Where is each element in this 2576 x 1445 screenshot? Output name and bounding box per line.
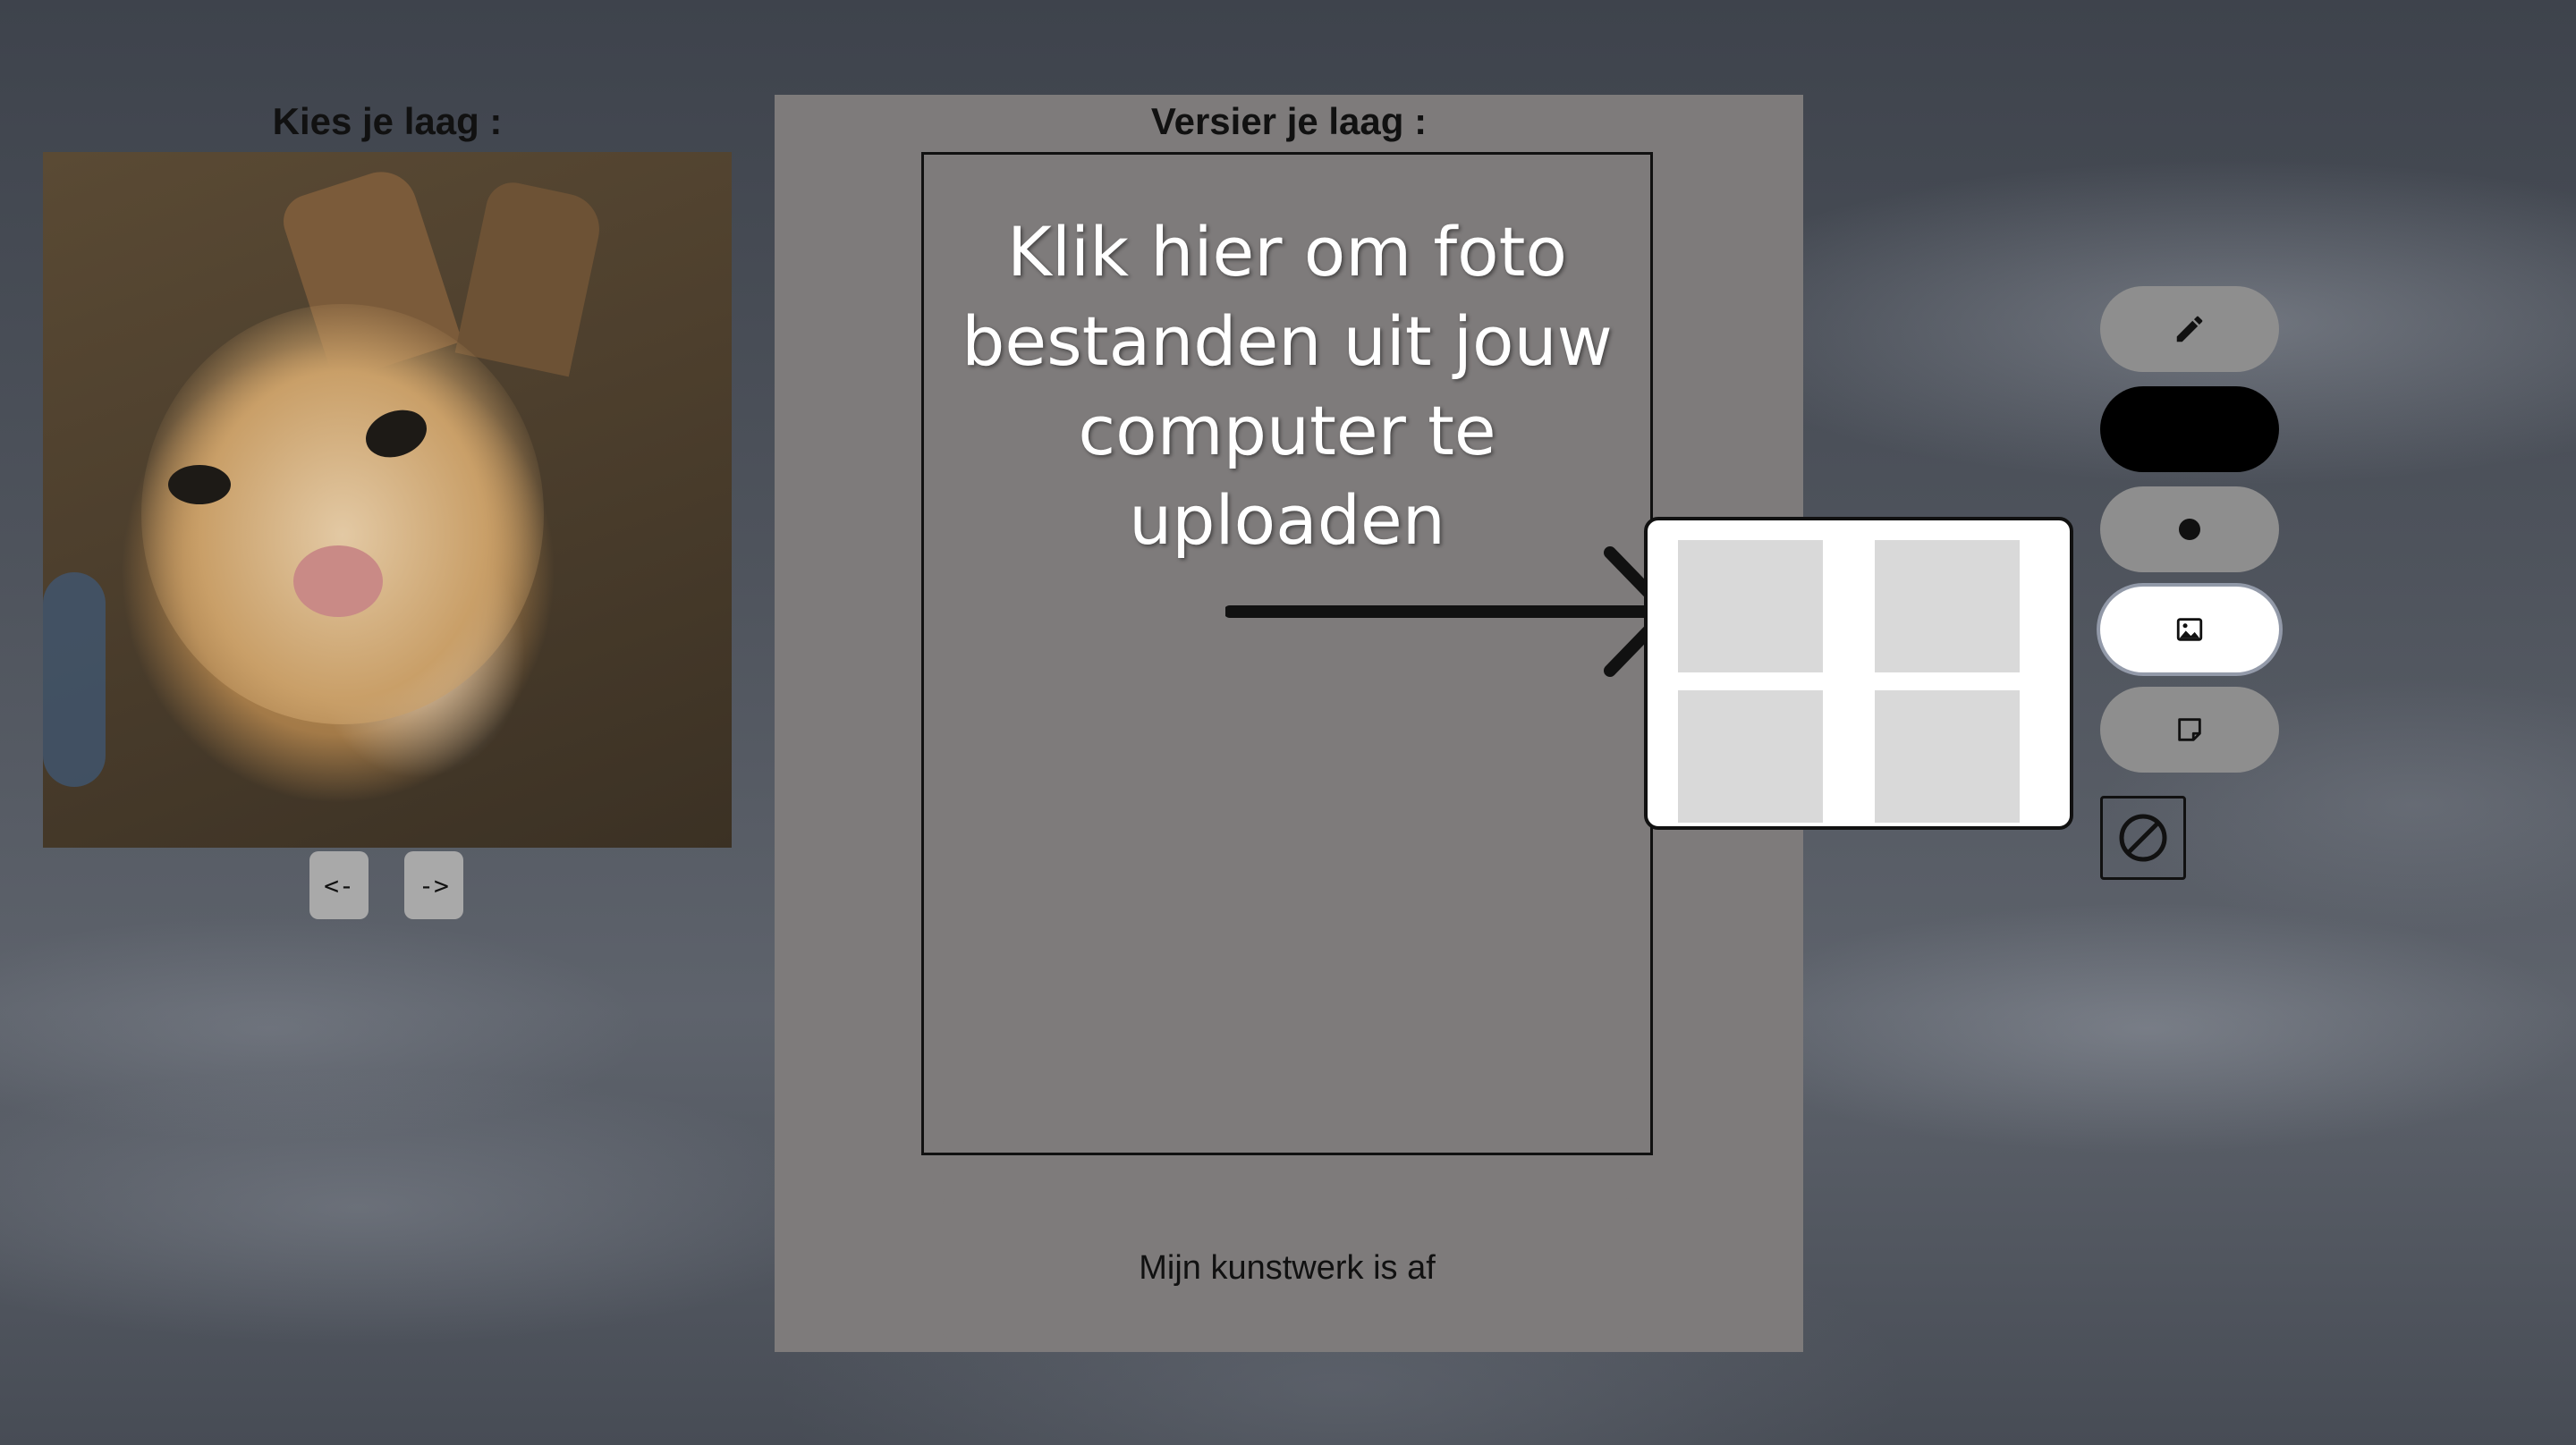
finish-artwork-button[interactable]: Mijn kunstwerk is af <box>943 1198 1631 1338</box>
upload-hint-line: bestanden uit jouw <box>962 301 1613 381</box>
image-thumbnail[interactable] <box>1875 540 2020 672</box>
image-icon <box>2176 618 2203 641</box>
prohibited-icon <box>2119 814 2167 862</box>
decorate-title: Versier je laag : <box>1150 100 1428 142</box>
color-picker-button[interactable] <box>2100 386 2279 472</box>
arrow-right-icon <box>1225 546 1674 677</box>
upload-hint-line: Klik hier om foto <box>1007 212 1567 292</box>
brush-size-button[interactable] <box>2100 486 2279 572</box>
next-layer-button[interactable]: -> <box>404 851 463 919</box>
pencil-icon <box>2176 316 2203 342</box>
upload-hint-line: computer te uploaden <box>1078 391 1496 560</box>
layer-preview-image[interactable] <box>43 152 732 848</box>
image-thumbnail[interactable] <box>1678 690 1823 823</box>
image-thumbnail[interactable] <box>1875 690 2020 823</box>
previous-layer-button[interactable]: <- <box>309 851 369 919</box>
image-picker-popup <box>1644 517 2073 830</box>
dot-icon <box>2179 519 2200 540</box>
image-tool-button[interactable] <box>2100 587 2279 672</box>
sticky-note-icon <box>2178 718 2201 741</box>
pencil-tool-button[interactable] <box>2100 286 2279 372</box>
disable-tool-button[interactable] <box>2100 796 2186 880</box>
upload-hint[interactable]: Klik hier om foto bestanden uit jouw com… <box>921 207 1653 565</box>
image-thumbnail[interactable] <box>1678 540 1823 672</box>
layer-picker-title: Kies je laag : <box>272 100 503 142</box>
sticker-tool-button[interactable] <box>2100 687 2279 773</box>
